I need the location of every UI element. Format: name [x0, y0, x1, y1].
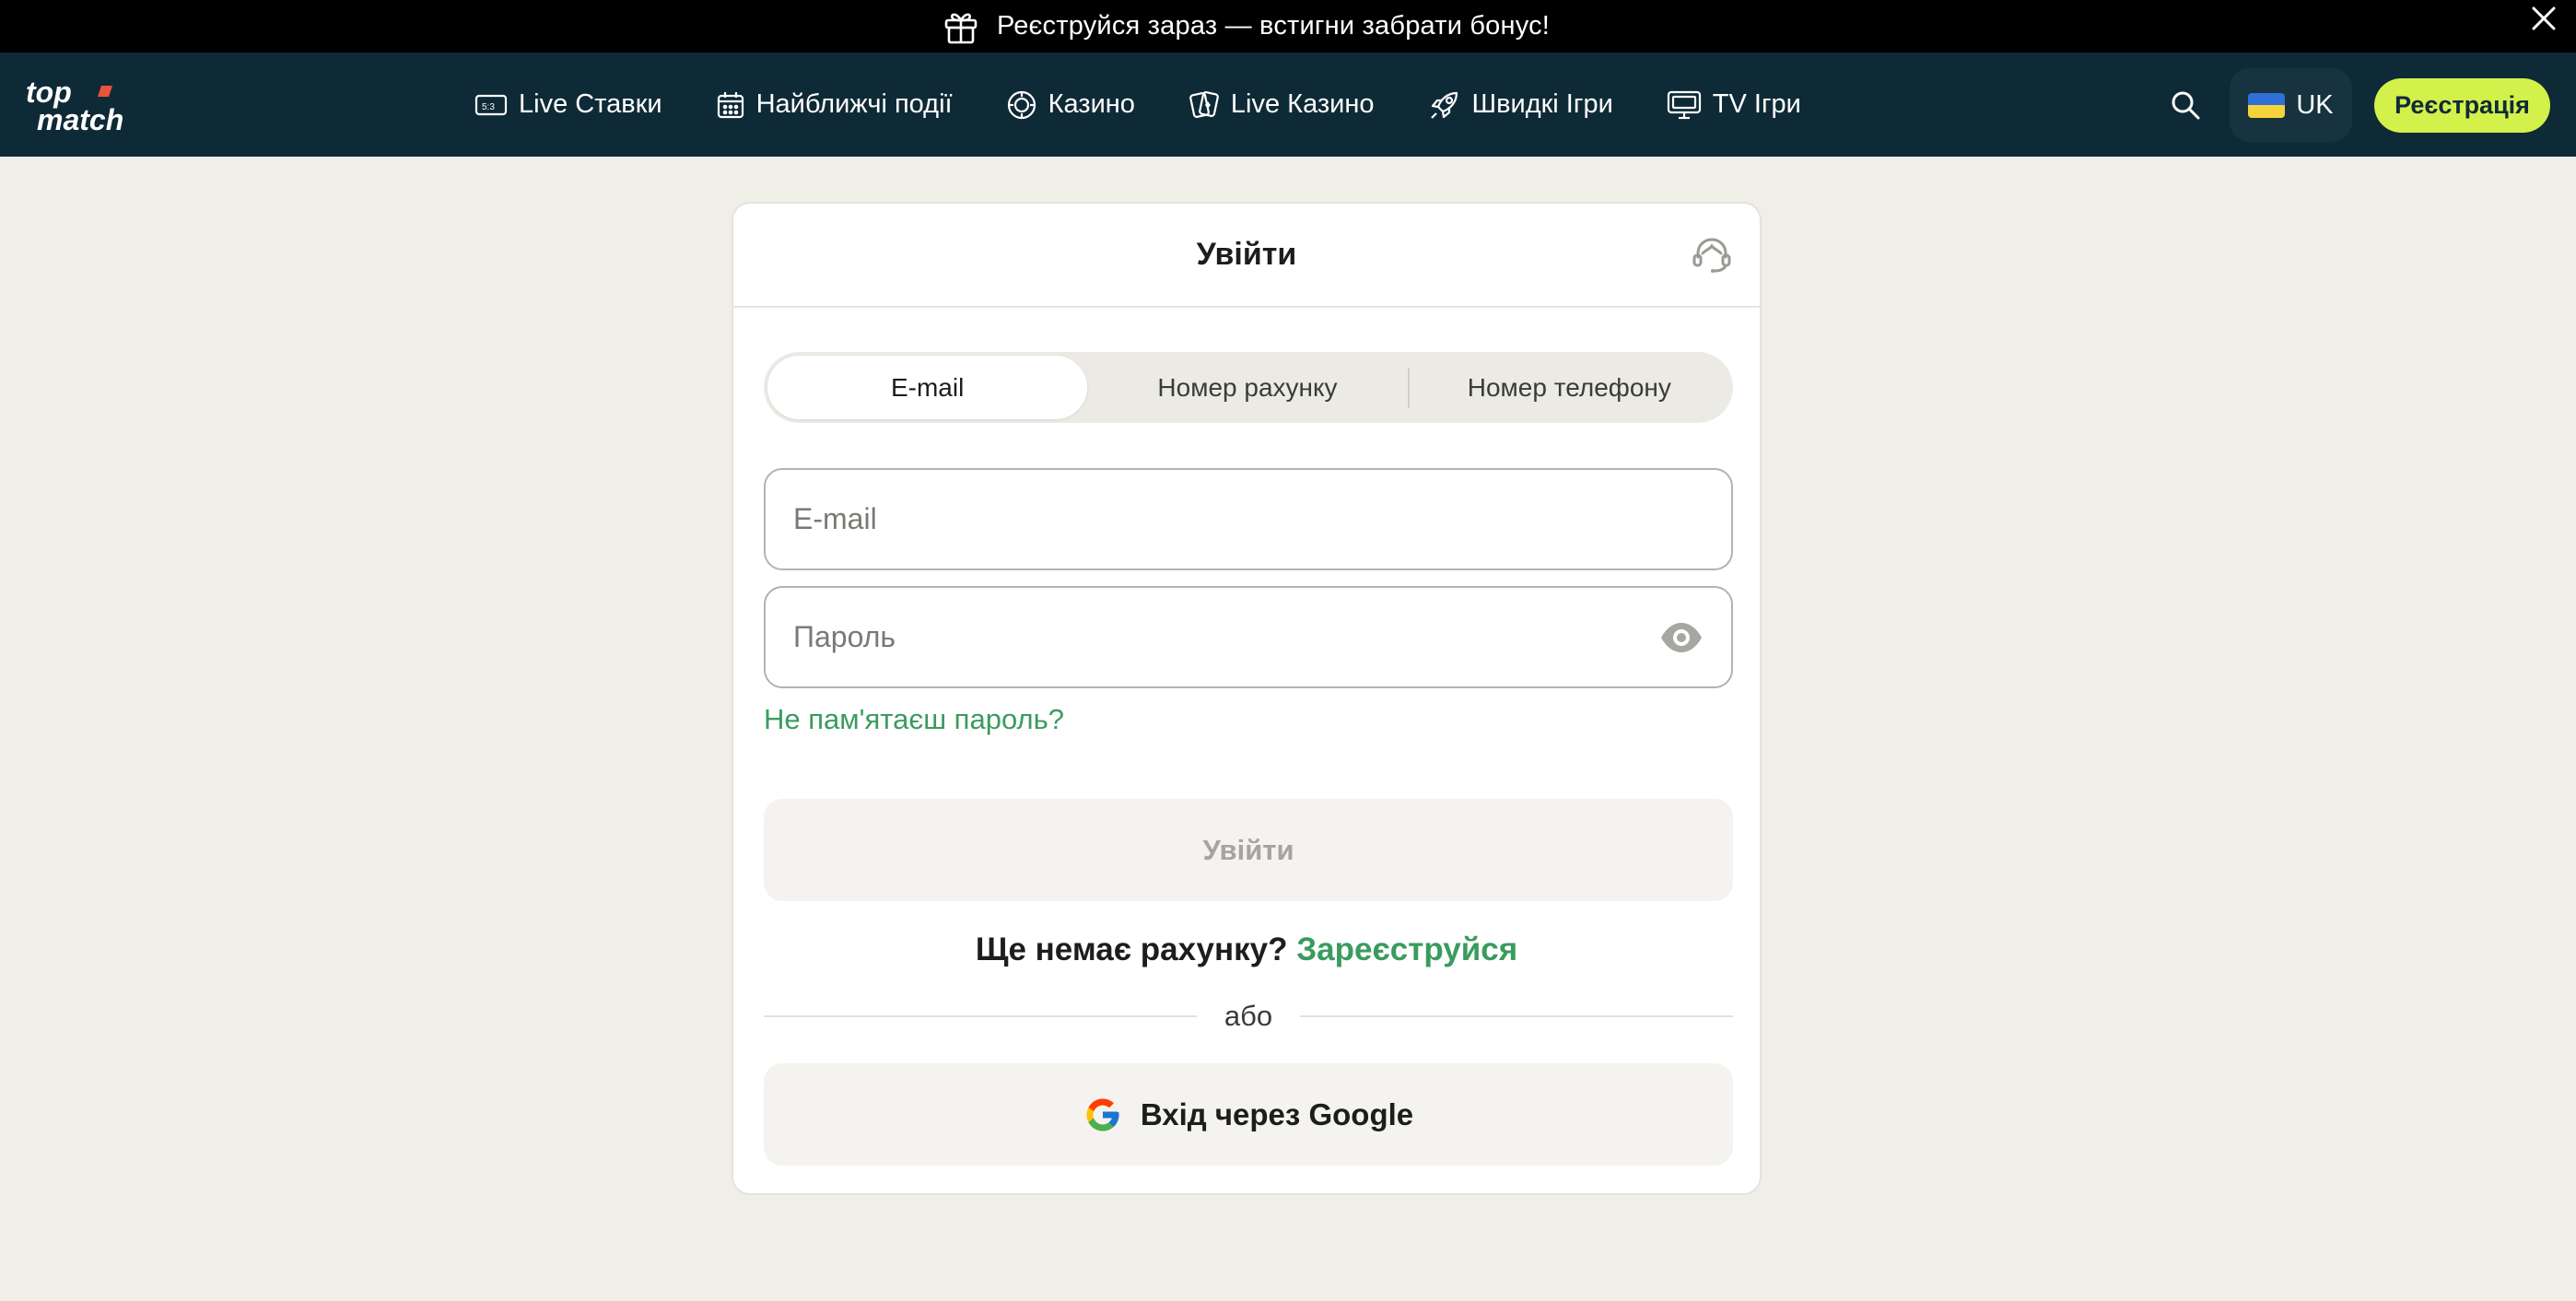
nav-label: Live Казино	[1230, 89, 1375, 119]
divider-line	[1300, 1015, 1733, 1017]
main-nav: 5:3 Live Ставки Найближчі події Казино L…	[474, 53, 1855, 157]
google-icon	[1086, 1098, 1119, 1131]
nav-upcoming-events[interactable]: Найближчі події	[716, 89, 953, 120]
tab-email[interactable]: E-mail	[767, 356, 1088, 419]
password-field[interactable]	[764, 586, 1733, 688]
promo-close-button[interactable]	[2521, 0, 2567, 37]
login-method-tabs: E-mail Номер рахунку Номер телефону	[764, 352, 1733, 423]
search-button[interactable]	[2167, 87, 2204, 123]
rocket-icon	[1430, 91, 1458, 119]
nav-label: TV Ігри	[1712, 89, 1801, 119]
no-account-text: Ще немає рахунку?	[975, 932, 1288, 967]
scoreboard-icon: 5:3	[474, 94, 508, 115]
promo-content[interactable]: Реєструйся зараз — встигни забрати бонус…	[943, 8, 1550, 45]
tab-phone-number[interactable]: Номер телефону	[1410, 356, 1729, 419]
eye-icon[interactable]	[1659, 615, 1704, 660]
logo-text-bottom: match	[37, 103, 123, 135]
nav-casino[interactable]: Казино	[1006, 89, 1135, 121]
close-icon	[2532, 6, 2556, 30]
nav-label: Казино	[1048, 89, 1135, 119]
or-text: або	[1224, 1000, 1273, 1032]
login-title: Увійти	[1196, 237, 1297, 272]
logo-accent	[98, 86, 112, 97]
signup-link[interactable]: Зареєструйся	[1296, 932, 1517, 967]
svg-text:5:3: 5:3	[482, 102, 495, 112]
nav-live-casino[interactable]: Live Казино	[1188, 88, 1375, 122]
ukraine-flag-icon	[2248, 92, 2286, 118]
nav-label: Live Ставки	[519, 89, 662, 119]
language-code: UK	[2296, 89, 2334, 120]
language-selector[interactable]: UK	[2230, 68, 2352, 142]
login-card-header: Увійти	[733, 204, 1760, 308]
nav-quick-games[interactable]: Швидкі Ігри	[1428, 88, 1613, 122]
casino-chip-icon	[1007, 90, 1036, 119]
or-divider: або	[764, 998, 1733, 1035]
forgot-password-link[interactable]: Не пам'ятаєш пароль?	[764, 703, 1064, 736]
promo-text: Реєструйся зараз — встигни забрати бонус…	[996, 11, 1551, 41]
nav-tv-games[interactable]: TV Ігри	[1667, 89, 1801, 121]
calendar-icon	[717, 91, 744, 118]
search-icon	[2172, 91, 2200, 120]
register-button[interactable]: Реєстрація	[2374, 78, 2550, 133]
nav-label: Найближчі події	[755, 89, 953, 119]
promo-banner: Реєструйся зараз — встигни забрати бонус…	[0, 0, 2576, 53]
cards-icon	[1189, 90, 1219, 118]
email-field[interactable]	[764, 468, 1733, 570]
nav-label: Швидкі Ігри	[1471, 89, 1613, 119]
signup-prompt: Ще немає рахунку? Зареєструйся	[733, 932, 1760, 968]
divider-line	[764, 1015, 1197, 1017]
top-navigation-bar: top match 5:3 Live Ставки Найближчі поді…	[0, 53, 2576, 157]
tab-account-number[interactable]: Номер рахунку	[1087, 356, 1407, 419]
login-submit-button[interactable]: Увійти	[764, 799, 1733, 901]
password-input[interactable]	[793, 620, 1659, 654]
tv-icon	[1667, 90, 1701, 119]
topmatch-logo[interactable]: top match	[24, 75, 162, 135]
gift-icon	[944, 12, 978, 43]
email-input[interactable]	[793, 502, 1704, 536]
support-headset-icon[interactable]	[1690, 233, 1734, 277]
google-button-label: Вхід через Google	[1140, 1096, 1414, 1131]
login-card: Увійти E-mail Номер рахунку Номер телефо…	[732, 202, 1762, 1195]
google-login-button[interactable]: Вхід через Google	[764, 1063, 1733, 1166]
nav-live-bets[interactable]: 5:3 Live Ставки	[474, 89, 662, 120]
